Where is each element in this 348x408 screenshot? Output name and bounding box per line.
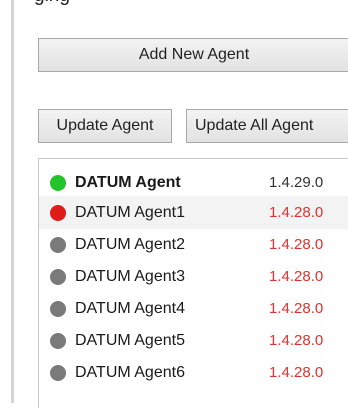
agent-name: DATUM Agent4 bbox=[75, 299, 185, 317]
agent-name: DATUM Agent3 bbox=[75, 267, 185, 285]
agent-name: DATUM Agent2 bbox=[75, 235, 185, 253]
agent-list[interactable]: DATUM Agent 1.4.29.0 DATUM Agent1 1.4.28… bbox=[38, 158, 348, 408]
update-agent-button[interactable]: Update Agent bbox=[38, 109, 172, 143]
agent-row[interactable]: DATUM Agent5 1.4.28.0 bbox=[39, 324, 348, 357]
agent-version: 1.4.28.0 bbox=[269, 204, 324, 221]
agent-version: 1.4.28.0 bbox=[269, 300, 324, 317]
status-dot-icon bbox=[50, 204, 66, 221]
status-dot-icon bbox=[50, 332, 66, 349]
header-partial-text: ging bbox=[34, 0, 70, 7]
agent-name: DATUM Agent bbox=[75, 173, 181, 191]
agent-row[interactable]: DATUM Agent6 1.4.28.0 bbox=[39, 356, 348, 389]
agent-row[interactable]: DATUM Agent4 1.4.28.0 bbox=[39, 292, 348, 325]
agent-row[interactable]: DATUM Agent2 1.4.28.0 bbox=[39, 228, 348, 261]
status-dot-icon bbox=[50, 236, 66, 253]
agent-version: 1.4.28.0 bbox=[269, 236, 324, 253]
agent-version: 1.4.28.0 bbox=[269, 332, 324, 349]
agent-row[interactable]: DATUM Agent3 1.4.28.0 bbox=[39, 260, 348, 293]
add-new-agent-button[interactable]: Add New Agent bbox=[38, 38, 348, 72]
status-dot-icon bbox=[50, 364, 66, 381]
agent-version: 1.4.28.0 bbox=[269, 364, 324, 381]
agent-name: DATUM Agent6 bbox=[75, 363, 185, 381]
status-dot-icon bbox=[50, 268, 66, 285]
agent-name: DATUM Agent1 bbox=[75, 203, 185, 221]
agent-name: DATUM Agent5 bbox=[75, 331, 185, 349]
status-dot-icon bbox=[50, 174, 66, 191]
agent-version: 1.4.29.0 bbox=[269, 174, 324, 191]
update-all-agents-button[interactable]: Update All Agent bbox=[186, 109, 348, 143]
agent-row[interactable]: DATUM Agent1 1.4.28.0 bbox=[39, 196, 348, 229]
panel-left-border bbox=[11, 0, 14, 403]
status-dot-icon bbox=[50, 300, 66, 317]
agent-row[interactable]: DATUM Agent 1.4.29.0 bbox=[39, 166, 348, 199]
agent-version: 1.4.28.0 bbox=[269, 268, 324, 285]
